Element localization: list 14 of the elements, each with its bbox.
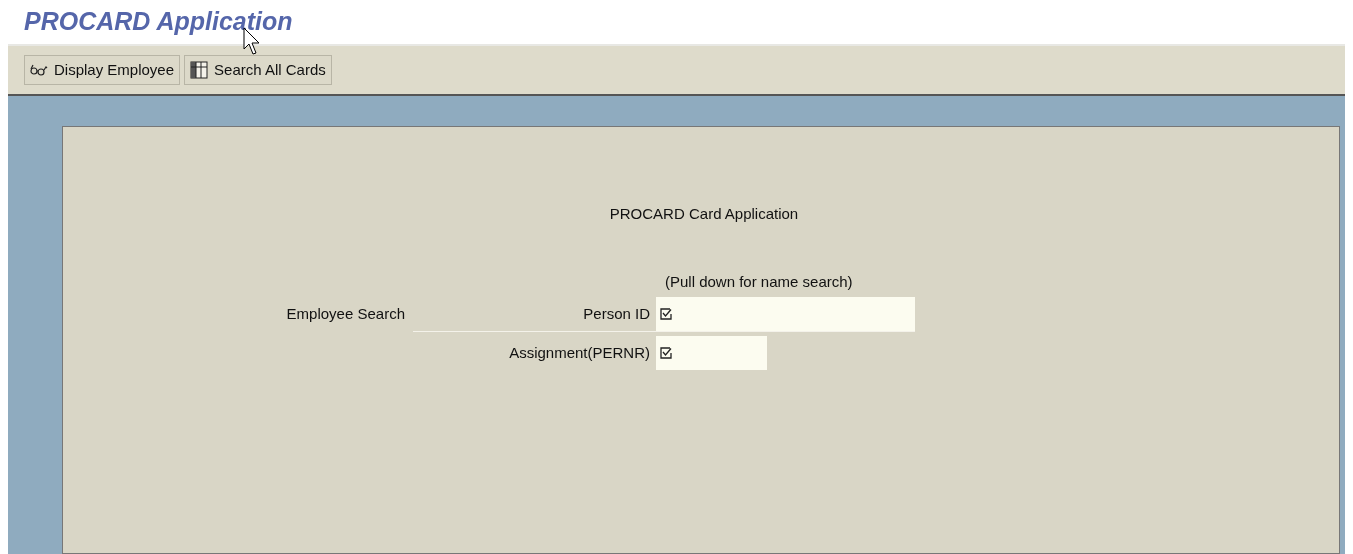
input-field[interactable] [656,297,915,331]
section-label: Employee Search [286,304,405,324]
glasses-icon [30,64,48,76]
hint-text: (Pull down for name search) [665,271,853,292]
form-heading: PROCARD Card Application [609,204,799,224]
required-icon [660,347,672,359]
input-field[interactable] [656,336,767,370]
toolbar-button[interactable]: Display Employee [24,55,181,85]
toolbar-button[interactable]: Search All Cards [184,55,332,85]
required-icon [660,308,672,320]
field-label: Assignment(PERNR) [509,342,650,363]
table-icon [190,61,209,79]
page-title: PROCARD Application [24,6,293,38]
field-label: Person ID [583,303,650,324]
